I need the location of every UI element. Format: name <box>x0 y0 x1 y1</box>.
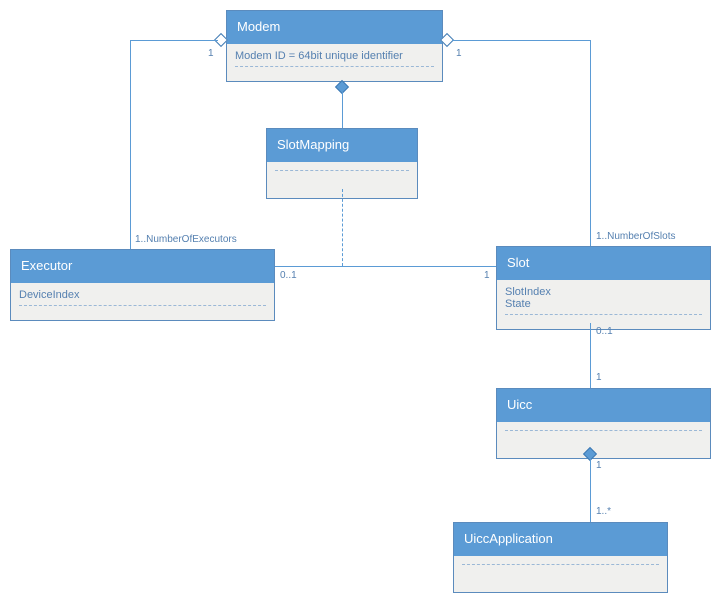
mult-uiccapp-top: 1..* <box>596 506 611 517</box>
class-slot-header: Slot <box>497 247 710 280</box>
class-slotmapping-title: SlotMapping <box>277 137 349 152</box>
class-executor-attr: DeviceIndex <box>19 289 266 301</box>
class-slot-attr1: SlotIndex <box>505 286 702 298</box>
class-slot-title: Slot <box>507 255 529 270</box>
line-uicc-uiccapp <box>590 459 591 522</box>
line-mapping-assoc <box>342 189 343 266</box>
class-modem: Modem Modem ID = 64bit unique identifier <box>226 10 443 82</box>
mult-slot-top: 1..NumberOfSlots <box>596 231 675 242</box>
line-executor-slot <box>275 266 496 267</box>
line-modem-executor-v <box>130 40 131 249</box>
mult-exec-top: 1..NumberOfExecutors <box>135 234 237 245</box>
class-executor: Executor DeviceIndex <box>10 249 275 321</box>
class-slotmapping-header: SlotMapping <box>267 129 417 162</box>
class-uiccapp-body <box>454 556 667 592</box>
class-uicc: Uicc <box>496 388 711 459</box>
class-slot-attr2: State <box>505 298 702 310</box>
line-modem-slotmapping <box>342 92 343 128</box>
line-modem-slot-v <box>590 40 591 246</box>
line-modem-executor-h <box>130 40 218 41</box>
class-modem-title: Modem <box>237 19 280 34</box>
class-uiccapp-header: UiccApplication <box>454 523 667 556</box>
mult-uicc-top: 1 <box>596 372 602 383</box>
class-executor-header: Executor <box>11 250 274 283</box>
class-slot-body: SlotIndex State <box>497 280 710 329</box>
class-modem-attr: Modem ID = 64bit unique identifier <box>235 50 434 62</box>
separator <box>235 66 434 71</box>
mult-modem-left: 1 <box>208 48 214 59</box>
mult-slot-bottom: 0..1 <box>596 326 613 337</box>
separator <box>505 314 702 319</box>
class-modem-body: Modem ID = 64bit unique identifier <box>227 44 442 81</box>
line-modem-slot-h <box>452 40 590 41</box>
class-uicc-title: Uicc <box>507 397 532 412</box>
separator <box>19 305 266 310</box>
class-slot: Slot SlotIndex State <box>496 246 711 330</box>
mult-modem-right: 1 <box>456 48 462 59</box>
class-uiccapp: UiccApplication <box>453 522 668 593</box>
class-uiccapp-title: UiccApplication <box>464 531 553 546</box>
class-uicc-body <box>497 422 710 458</box>
class-executor-title: Executor <box>21 258 72 273</box>
line-slot-uicc <box>590 323 591 388</box>
mult-uicc-bottom: 1 <box>596 460 602 471</box>
mult-slot-left: 1 <box>484 270 490 281</box>
mult-exec-right: 0..1 <box>280 270 297 281</box>
class-uicc-header: Uicc <box>497 389 710 422</box>
class-modem-header: Modem <box>227 11 442 44</box>
class-executor-body: DeviceIndex <box>11 283 274 320</box>
